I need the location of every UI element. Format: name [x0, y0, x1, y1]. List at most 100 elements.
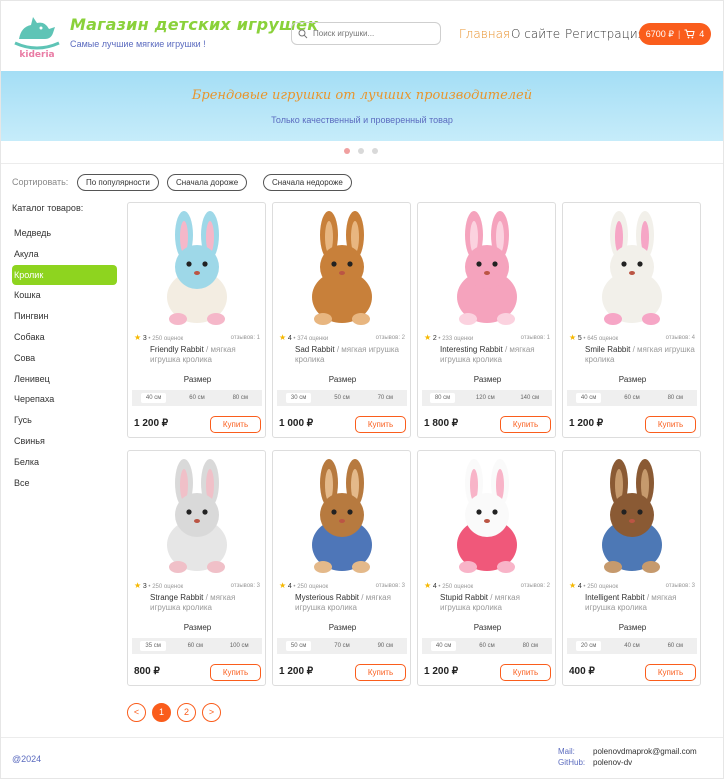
- size-option[interactable]: 80 см: [663, 393, 688, 403]
- product-name[interactable]: Intelligent Rabbit / мягкая игрушка крол…: [585, 593, 695, 613]
- reviews-count[interactable]: отзывов: 4: [666, 335, 695, 341]
- catalog-item-squirrel[interactable]: Белка: [12, 452, 117, 473]
- buy-button[interactable]: Купить: [645, 416, 696, 433]
- rabbit-toy-image[interactable]: [567, 207, 697, 331]
- catalog-item-pig[interactable]: Свинья: [12, 431, 117, 452]
- pagination-next-button[interactable]: >: [202, 703, 221, 722]
- product-title[interactable]: Stupid Rabbit: [440, 593, 488, 602]
- reviews-count[interactable]: отзывов: 1: [521, 335, 550, 341]
- size-option[interactable]: 90 см: [373, 641, 398, 651]
- product-name[interactable]: Stupid Rabbit / мягкая игрушка кролика: [440, 593, 550, 613]
- nav-about[interactable]: О сайте: [511, 27, 560, 41]
- size-option[interactable]: 50 см: [285, 641, 312, 651]
- search-box[interactable]: [291, 22, 441, 45]
- product-card[interactable]: ★ 4 • 250 оценок отзывов: 2 Stupid Rabbi…: [417, 450, 556, 686]
- nav-register[interactable]: Регистрация: [565, 27, 645, 41]
- catalog-item-turtle[interactable]: Черепаха: [12, 389, 117, 410]
- size-option[interactable]: 100 см: [225, 641, 254, 651]
- product-title[interactable]: Intelligent Rabbit: [585, 593, 645, 602]
- product-title[interactable]: Friendly Rabbit: [150, 345, 204, 354]
- size-option[interactable]: 40 см: [430, 641, 457, 651]
- size-option[interactable]: 35 см: [140, 641, 166, 651]
- buy-button[interactable]: Купить: [500, 416, 551, 433]
- size-option[interactable]: 140 см: [515, 393, 544, 403]
- buy-button[interactable]: Купить: [210, 664, 261, 681]
- product-name[interactable]: Sad Rabbit / мягкая игрушка кролика: [295, 345, 405, 365]
- product-card[interactable]: ★ 4 • 250 оценок отзывов: 3 Mysterious R…: [272, 450, 411, 686]
- product-card[interactable]: ★ 4 • 250 оценок отзывов: 3 Intelligent …: [562, 450, 701, 686]
- size-option[interactable]: 60 см: [474, 641, 499, 651]
- size-option[interactable]: 30 см: [285, 393, 312, 403]
- product-card[interactable]: ★ 3 • 250 оценок отзывов: 3 Strange Rabb…: [127, 450, 266, 686]
- size-option[interactable]: 120 см: [471, 393, 500, 403]
- size-option[interactable]: 40 см: [575, 393, 602, 403]
- buy-button[interactable]: Купить: [355, 664, 406, 681]
- size-option[interactable]: 70 см: [329, 641, 354, 651]
- catalog-item-owl[interactable]: Сова: [12, 348, 117, 369]
- pagination-page-2[interactable]: 2: [177, 703, 196, 722]
- buy-button[interactable]: Купить: [355, 416, 406, 433]
- size-option[interactable]: 40 см: [140, 393, 167, 403]
- mail-link[interactable]: polenovdmaprok@gmail.com: [593, 747, 697, 756]
- rabbit-toy-image[interactable]: [277, 207, 407, 331]
- reviews-count[interactable]: отзывов: 2: [521, 583, 550, 589]
- product-card[interactable]: ★ 5 • 645 оценок отзывов: 4 Smile Rabbit…: [562, 202, 701, 438]
- logo-rocking-horse-icon[interactable]: kideria: [11, 9, 63, 59]
- sort-cheap-button[interactable]: Сначала недороже: [263, 174, 352, 191]
- rabbit-toy-image[interactable]: [132, 207, 262, 331]
- size-option[interactable]: 60 см: [183, 641, 208, 651]
- size-option[interactable]: 80 см: [228, 393, 253, 403]
- product-name[interactable]: Mysterious Rabbit / мягкая игрушка кроли…: [295, 593, 405, 613]
- product-card[interactable]: ★ 2 • 233 оценки отзывов: 1 Interesting …: [417, 202, 556, 438]
- buy-button[interactable]: Купить: [645, 664, 696, 681]
- buy-button[interactable]: Купить: [210, 416, 261, 433]
- product-name[interactable]: Strange Rabbit / мягкая игрушка кролика: [150, 593, 260, 613]
- rabbit-toy-image[interactable]: [567, 455, 697, 579]
- product-name[interactable]: Friendly Rabbit / мягкая игрушка кролика: [150, 345, 260, 365]
- reviews-count[interactable]: отзывов: 2: [376, 335, 405, 341]
- catalog-item-all[interactable]: Все: [12, 473, 117, 494]
- catalog-item-penguin[interactable]: Пингвин: [12, 306, 117, 327]
- catalog-item-bear[interactable]: Медведь: [12, 223, 117, 244]
- product-title[interactable]: Smile Rabbit: [585, 345, 630, 354]
- reviews-count[interactable]: отзывов: 3: [231, 583, 260, 589]
- size-option[interactable]: 60 см: [619, 393, 644, 403]
- rabbit-toy-image[interactable]: [132, 455, 262, 579]
- rabbit-toy-image[interactable]: [422, 455, 552, 579]
- product-title[interactable]: Strange Rabbit: [150, 593, 203, 602]
- catalog-item-cat[interactable]: Кошка: [12, 285, 117, 306]
- sort-expensive-button[interactable]: Сначала дороже: [167, 174, 248, 191]
- product-name[interactable]: Smile Rabbit / мягкая игрушка кролика: [585, 345, 695, 365]
- product-title[interactable]: Sad Rabbit: [295, 345, 335, 354]
- reviews-count[interactable]: отзывов: 1: [231, 335, 260, 341]
- carousel-dot-1[interactable]: [344, 148, 350, 154]
- product-name[interactable]: Interesting Rabbit / мягкая игрушка крол…: [440, 345, 550, 365]
- rabbit-toy-image[interactable]: [422, 207, 552, 331]
- size-option[interactable]: 80 см: [518, 641, 543, 651]
- promo-banner[interactable]: Брендовые игрушки от лучших производител…: [1, 71, 723, 141]
- size-option[interactable]: 60 см: [663, 641, 688, 651]
- buy-button[interactable]: Купить: [500, 664, 551, 681]
- catalog-item-goose[interactable]: Гусь: [12, 410, 117, 431]
- github-link[interactable]: polenov-dv: [593, 758, 632, 767]
- size-option[interactable]: 50 см: [329, 393, 354, 403]
- nav-home[interactable]: Главная: [459, 27, 510, 41]
- catalog-item-rabbit[interactable]: Кролик: [12, 264, 117, 286]
- product-card[interactable]: ★ 3 • 250 оценок отзывов: 1 Friendly Rab…: [127, 202, 266, 438]
- product-card[interactable]: ★ 4 • 374 оценки отзывов: 2 Sad Rabbit /…: [272, 202, 411, 438]
- cart-button[interactable]: 6700 ₽ | 4: [639, 23, 711, 45]
- catalog-item-shark[interactable]: Акула: [12, 244, 117, 265]
- reviews-count[interactable]: отзывов: 3: [666, 583, 695, 589]
- size-option[interactable]: 40 см: [619, 641, 644, 651]
- catalog-item-sloth[interactable]: Ленивец: [12, 369, 117, 390]
- size-option[interactable]: 70 см: [373, 393, 398, 403]
- size-option[interactable]: 60 см: [184, 393, 209, 403]
- size-option[interactable]: 80 см: [429, 393, 456, 403]
- reviews-count[interactable]: отзывов: 3: [376, 583, 405, 589]
- search-input[interactable]: [313, 29, 433, 38]
- carousel-dot-3[interactable]: [372, 148, 378, 154]
- catalog-item-dog[interactable]: Собака: [12, 327, 117, 348]
- sort-popular-button[interactable]: По популярности: [77, 174, 159, 191]
- product-title[interactable]: Interesting Rabbit: [440, 345, 503, 354]
- pagination-page-1[interactable]: 1: [152, 703, 171, 722]
